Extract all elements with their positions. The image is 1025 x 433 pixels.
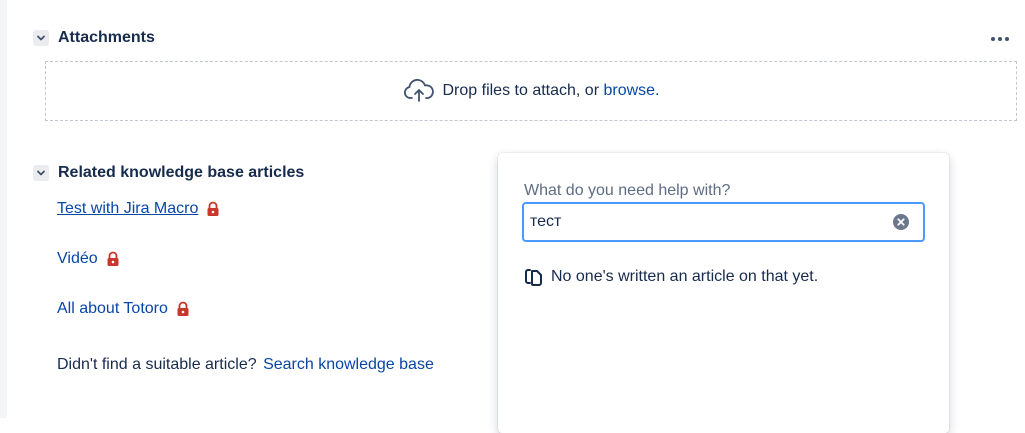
- search-field[interactable]: [522, 202, 925, 242]
- article-link[interactable]: Test with Jira Macro: [57, 200, 198, 218]
- not-found-text: Didn't find a suitable article?: [57, 356, 257, 373]
- left-rail: [0, 0, 7, 418]
- attachments-title: Attachments: [58, 29, 155, 46]
- more-icon: [991, 37, 1009, 41]
- drop-text: Drop files to attach, or: [442, 82, 604, 99]
- browse-link[interactable]: browse.: [603, 82, 659, 100]
- lock-icon: [106, 251, 120, 267]
- search-knowledge-base-link[interactable]: Search knowledge base: [263, 356, 434, 373]
- pages-icon: [524, 268, 544, 286]
- lock-icon: [176, 301, 190, 317]
- more-options-button[interactable]: [989, 30, 1011, 48]
- list-item: Test with Jira Macro: [57, 200, 220, 218]
- chevron-down-icon[interactable]: [33, 165, 49, 181]
- lock-icon: [206, 201, 220, 217]
- article-link[interactable]: Vidéo: [57, 250, 98, 268]
- attachments-header[interactable]: Attachments: [33, 29, 155, 47]
- article-link[interactable]: All about Totoro: [57, 300, 168, 318]
- related-articles-header[interactable]: Related knowledge base articles: [33, 164, 304, 182]
- not-found-row: Didn't find a suitable article? Search k…: [57, 356, 434, 374]
- help-search-popup: What do you need help with? No one's wri…: [498, 153, 949, 433]
- clear-icon[interactable]: [893, 214, 909, 230]
- list-item: Vidéo: [57, 250, 120, 268]
- list-item: All about Totoro: [57, 300, 190, 318]
- attachment-dropzone[interactable]: Drop files to attach, or browse.: [45, 61, 1017, 121]
- cloud-upload-icon: [403, 79, 435, 103]
- empty-message: No one's written an article on that yet.: [551, 268, 819, 285]
- related-articles-title: Related knowledge base articles: [58, 164, 305, 181]
- help-label: What do you need help with?: [524, 182, 731, 199]
- search-input[interactable]: [530, 210, 880, 234]
- chevron-down-icon[interactable]: [33, 30, 49, 46]
- empty-result-row: No one's written an article on that yet.: [524, 268, 818, 286]
